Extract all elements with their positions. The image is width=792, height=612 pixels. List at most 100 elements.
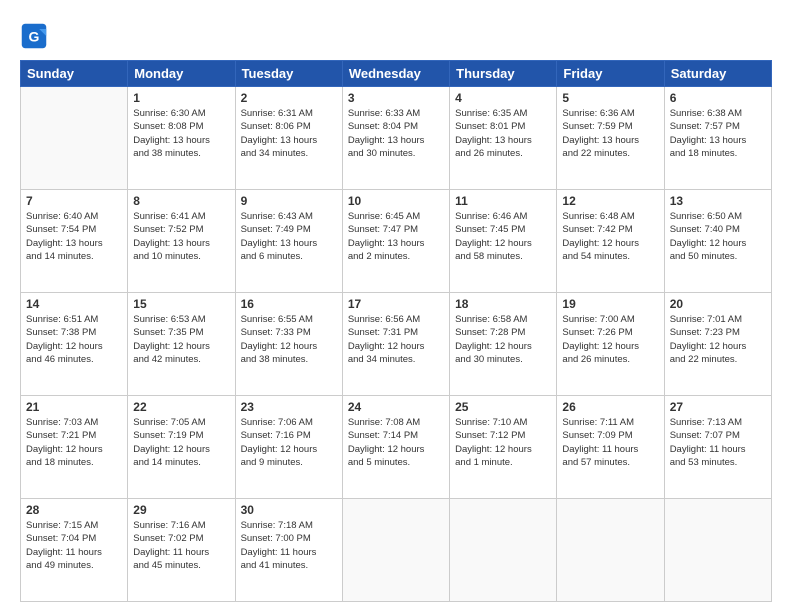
calendar-week-row: 28 Sunrise: 7:15 AMSunset: 7:04 PMDayligh…: [21, 499, 772, 602]
day-number: 13: [670, 194, 766, 208]
day-number: 27: [670, 400, 766, 414]
day-number: 16: [241, 297, 337, 311]
day-number: 23: [241, 400, 337, 414]
day-number: 5: [562, 91, 658, 105]
day-number: 7: [26, 194, 122, 208]
day-number: 2: [241, 91, 337, 105]
calendar-cell: [450, 499, 557, 602]
day-info: Sunrise: 7:11 AMSunset: 7:09 PMDaylight:…: [562, 416, 658, 469]
weekday-header-cell: Friday: [557, 61, 664, 87]
day-number: 15: [133, 297, 229, 311]
day-number: 8: [133, 194, 229, 208]
weekday-header-cell: Saturday: [664, 61, 771, 87]
calendar-cell: 12Sunrise: 6:48 AMSunset: 7:42 PMDayligh…: [557, 190, 664, 293]
day-number: 11: [455, 194, 551, 208]
calendar-cell: 19 Sunrise: 7:00 AMSunset: 7:26 PMDayligh…: [557, 293, 664, 396]
day-info: Sunrise: 6:31 AMSunset: 8:06 PMDaylight:…: [241, 107, 337, 160]
day-info: Sunrise: 6:55 AMSunset: 7:33 PMDaylight:…: [241, 313, 337, 366]
day-number: 10: [348, 194, 444, 208]
svg-text:G: G: [29, 28, 40, 44]
day-number: 14: [26, 297, 122, 311]
day-info: Sunrise: 6:40 AMSunset: 7:54 PMDaylight:…: [26, 210, 122, 263]
calendar-cell: 25 Sunrise: 7:10 AMSunset: 7:12 PMDayligh…: [450, 396, 557, 499]
calendar-cell: 7 Sunrise: 6:40 AMSunset: 7:54 PMDaylight…: [21, 190, 128, 293]
calendar-page: G SundayMondayTuesdayWednesdayThursdayFr…: [0, 0, 792, 612]
calendar-cell: 6 Sunrise: 6:38 AMSunset: 7:57 PMDaylight…: [664, 87, 771, 190]
day-info: Sunrise: 7:15 AMSunset: 7:04 PMDaylight:…: [26, 519, 122, 572]
day-info: Sunrise: 7:00 AMSunset: 7:26 PMDaylight:…: [562, 313, 658, 366]
calendar-cell: 10 Sunrise: 6:45 AMSunset: 7:47 PMDayligh…: [342, 190, 449, 293]
calendar-cell: [557, 499, 664, 602]
day-info: Sunrise: 7:03 AMSunset: 7:21 PMDaylight:…: [26, 416, 122, 469]
calendar-cell: 9Sunrise: 6:43 AMSunset: 7:49 PMDaylight…: [235, 190, 342, 293]
calendar-cell: 4 Sunrise: 6:35 AMSunset: 8:01 PMDaylight…: [450, 87, 557, 190]
calendar-week-row: 21 Sunrise: 7:03 AMSunset: 7:21 PMDayligh…: [21, 396, 772, 499]
calendar-cell: 5 Sunrise: 6:36 AMSunset: 7:59 PMDaylight…: [557, 87, 664, 190]
calendar-cell: 15 Sunrise: 6:53 AMSunset: 7:35 PMDayligh…: [128, 293, 235, 396]
weekday-header-cell: Tuesday: [235, 61, 342, 87]
day-info: Sunrise: 6:46 AMSunset: 7:45 PMDaylight:…: [455, 210, 551, 263]
weekday-header-row: SundayMondayTuesdayWednesdayThursdayFrid…: [21, 61, 772, 87]
day-info: Sunrise: 6:45 AMSunset: 7:47 PMDaylight:…: [348, 210, 444, 263]
calendar-cell: [21, 87, 128, 190]
day-info: Sunrise: 7:06 AMSunset: 7:16 PMDaylight:…: [241, 416, 337, 469]
day-info: Sunrise: 7:08 AMSunset: 7:14 PMDaylight:…: [348, 416, 444, 469]
day-number: 22: [133, 400, 229, 414]
day-info: Sunrise: 6:38 AMSunset: 7:57 PMDaylight:…: [670, 107, 766, 160]
day-number: 17: [348, 297, 444, 311]
calendar-week-row: 14 Sunrise: 6:51 AMSunset: 7:38 PMDayligh…: [21, 293, 772, 396]
day-info: Sunrise: 7:10 AMSunset: 7:12 PMDaylight:…: [455, 416, 551, 469]
calendar-cell: 16 Sunrise: 6:55 AMSunset: 7:33 PMDayligh…: [235, 293, 342, 396]
calendar-cell: 20Sunrise: 7:01 AMSunset: 7:23 PMDayligh…: [664, 293, 771, 396]
day-number: 19: [562, 297, 658, 311]
day-number: 20: [670, 297, 766, 311]
day-info: Sunrise: 6:51 AMSunset: 7:38 PMDaylight:…: [26, 313, 122, 366]
calendar-cell: 23 Sunrise: 7:06 AMSunset: 7:16 PMDayligh…: [235, 396, 342, 499]
day-number: 4: [455, 91, 551, 105]
day-info: Sunrise: 6:41 AMSunset: 7:52 PMDaylight:…: [133, 210, 229, 263]
logo-icon: G: [20, 22, 48, 50]
calendar-cell: 24 Sunrise: 7:08 AMSunset: 7:14 PMDayligh…: [342, 396, 449, 499]
weekday-header-cell: Wednesday: [342, 61, 449, 87]
calendar-table: SundayMondayTuesdayWednesdayThursdayFrid…: [20, 60, 772, 602]
day-number: 1: [133, 91, 229, 105]
day-info: Sunrise: 7:18 AMSunset: 7:00 PMDaylight:…: [241, 519, 337, 572]
weekday-header-cell: Monday: [128, 61, 235, 87]
calendar-week-row: 1 Sunrise: 6:30 AMSunset: 8:08 PMDaylight…: [21, 87, 772, 190]
day-number: 29: [133, 503, 229, 517]
day-info: Sunrise: 6:43 AMSunset: 7:49 PMDaylight:…: [241, 210, 337, 263]
day-number: 24: [348, 400, 444, 414]
calendar-cell: 2 Sunrise: 6:31 AMSunset: 8:06 PMDaylight…: [235, 87, 342, 190]
calendar-cell: 3Sunrise: 6:33 AMSunset: 8:04 PMDaylight…: [342, 87, 449, 190]
calendar-cell: [342, 499, 449, 602]
calendar-week-row: 7 Sunrise: 6:40 AMSunset: 7:54 PMDaylight…: [21, 190, 772, 293]
calendar-cell: 14 Sunrise: 6:51 AMSunset: 7:38 PMDayligh…: [21, 293, 128, 396]
day-info: Sunrise: 6:50 AMSunset: 7:40 PMDaylight:…: [670, 210, 766, 263]
day-number: 3: [348, 91, 444, 105]
day-info: Sunrise: 6:53 AMSunset: 7:35 PMDaylight:…: [133, 313, 229, 366]
day-info: Sunrise: 6:35 AMSunset: 8:01 PMDaylight:…: [455, 107, 551, 160]
day-number: 6: [670, 91, 766, 105]
day-number: 28: [26, 503, 122, 517]
calendar-cell: 26 Sunrise: 7:11 AMSunset: 7:09 PMDayligh…: [557, 396, 664, 499]
header: G: [20, 18, 772, 50]
weekday-header-cell: Sunday: [21, 61, 128, 87]
calendar-cell: 1 Sunrise: 6:30 AMSunset: 8:08 PMDaylight…: [128, 87, 235, 190]
day-info: Sunrise: 7:05 AMSunset: 7:19 PMDaylight:…: [133, 416, 229, 469]
calendar-cell: [664, 499, 771, 602]
day-info: Sunrise: 6:30 AMSunset: 8:08 PMDaylight:…: [133, 107, 229, 160]
calendar-cell: 18Sunrise: 6:58 AMSunset: 7:28 PMDayligh…: [450, 293, 557, 396]
day-number: 25: [455, 400, 551, 414]
calendar-cell: 11 Sunrise: 6:46 AMSunset: 7:45 PMDayligh…: [450, 190, 557, 293]
day-number: 21: [26, 400, 122, 414]
day-number: 18: [455, 297, 551, 311]
day-info: Sunrise: 6:56 AMSunset: 7:31 PMDaylight:…: [348, 313, 444, 366]
day-number: 26: [562, 400, 658, 414]
day-info: Sunrise: 6:36 AMSunset: 7:59 PMDaylight:…: [562, 107, 658, 160]
day-number: 12: [562, 194, 658, 208]
day-info: Sunrise: 7:16 AMSunset: 7:02 PMDaylight:…: [133, 519, 229, 572]
calendar-cell: 22 Sunrise: 7:05 AMSunset: 7:19 PMDayligh…: [128, 396, 235, 499]
day-number: 30: [241, 503, 337, 517]
logo: G: [20, 22, 50, 50]
calendar-cell: 21 Sunrise: 7:03 AMSunset: 7:21 PMDayligh…: [21, 396, 128, 499]
